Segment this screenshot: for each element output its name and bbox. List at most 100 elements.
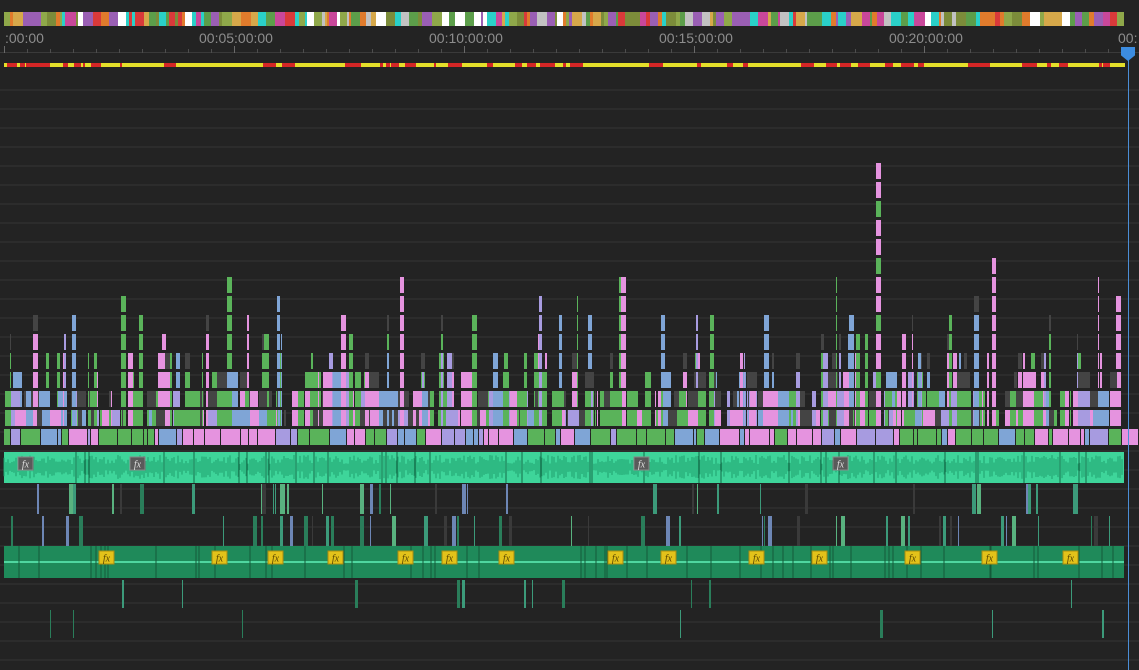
video-clip[interactable] [744,353,745,369]
video-clip[interactable] [1098,334,1099,350]
video-clip[interactable] [534,353,538,369]
audio-clip-small[interactable] [331,516,334,546]
video-clip[interactable] [400,334,404,350]
video-clip[interactable] [277,296,280,312]
video-clip[interactable] [545,353,547,369]
audio-clip-small[interactable] [182,580,183,608]
audio-clip-small[interactable] [261,516,263,546]
video-clip[interactable] [764,315,769,331]
video-clip[interactable] [381,391,387,407]
video-clip[interactable] [611,429,616,445]
video-clip[interactable] [927,391,939,407]
marker[interactable] [750,12,758,26]
video-clip[interactable] [208,410,218,426]
video-clip[interactable] [455,429,465,445]
video-clip[interactable] [472,372,477,388]
video-clip[interactable] [886,391,887,407]
video-clip[interactable] [1077,334,1078,350]
video-clip[interactable] [987,353,989,369]
marker[interactable] [547,12,555,26]
video-clip[interactable] [645,372,651,388]
video-clip[interactable] [876,163,881,179]
video-clip[interactable] [912,315,913,331]
marker[interactable] [625,12,634,26]
video-clip[interactable] [992,315,996,331]
video-clip[interactable] [900,429,913,445]
audio-clip-small[interactable] [355,580,358,608]
video-clip[interactable] [387,372,389,388]
video-clip[interactable] [292,391,298,407]
marker[interactable] [666,12,676,26]
video-clip[interactable] [277,334,280,350]
video-clip[interactable] [559,372,562,388]
video-clip[interactable] [33,391,38,407]
video-clip[interactable] [333,410,342,426]
audio-clip-small[interactable] [886,516,888,546]
audio-clip-small[interactable] [73,610,74,638]
video-clip[interactable] [1041,353,1044,369]
video-clip[interactable] [967,391,971,407]
audio-clip-small[interactable] [588,516,589,546]
video-clip[interactable] [330,429,346,445]
marker[interactable] [422,12,432,26]
video-clip[interactable] [421,353,425,369]
video-clip[interactable] [992,334,996,350]
video-clip[interactable] [314,372,321,388]
video-clip[interactable] [588,315,592,331]
video-clip[interactable] [663,391,671,407]
video-clip[interactable] [493,353,498,369]
video-clip[interactable] [992,277,996,293]
video-clip[interactable] [562,410,565,426]
video-clip[interactable] [974,334,979,350]
video-clip[interactable] [950,315,952,331]
marker[interactable] [442,12,449,26]
video-clip[interactable] [72,410,76,426]
video-clip[interactable] [1069,429,1080,445]
video-clip[interactable] [57,372,60,388]
video-clip[interactable] [281,372,282,388]
video-clip[interactable] [539,410,542,426]
video-clip[interactable] [843,372,849,388]
video-clip[interactable] [72,353,76,369]
video-clip[interactable] [441,372,443,388]
audio-clip-small[interactable] [452,516,456,546]
video-clip[interactable] [132,429,143,445]
marker[interactable] [702,12,710,26]
video-clip[interactable] [677,410,681,426]
video-clip[interactable] [269,410,276,426]
video-clip[interactable] [655,410,656,426]
video-clip[interactable] [341,353,346,369]
marker[interactable] [1110,12,1117,26]
video-clip[interactable] [281,410,282,426]
video-clip[interactable] [63,391,64,407]
video-clip[interactable] [856,372,860,388]
video-clip[interactable] [666,429,674,445]
video-clip[interactable] [973,391,974,407]
video-clip[interactable] [661,353,665,369]
video-clip[interactable] [836,277,837,293]
video-clip[interactable] [836,372,837,388]
video-clip[interactable] [452,353,454,369]
video-clip[interactable] [595,410,596,426]
video-clip[interactable] [679,391,686,407]
marker[interactable] [693,12,702,26]
video-clip[interactable] [893,410,896,426]
video-clip[interactable] [591,429,610,445]
video-clip[interactable] [747,372,757,388]
marker[interactable] [956,12,966,26]
video-clip[interactable] [938,391,945,407]
video-clip[interactable] [848,334,851,350]
video-clip[interactable] [912,391,913,407]
video-clip[interactable] [128,391,133,407]
video-clip[interactable] [441,391,443,407]
video-clip[interactable] [10,410,11,426]
marker[interactable] [1094,12,1103,26]
video-clip[interactable] [318,391,319,407]
video-clip[interactable] [841,429,856,445]
video-clip[interactable] [238,410,250,426]
video-clip[interactable] [1090,429,1108,445]
video-clip[interactable] [479,429,483,445]
video-clip[interactable] [323,391,332,407]
video-clip[interactable] [1070,410,1071,426]
video-clip[interactable] [217,372,227,388]
